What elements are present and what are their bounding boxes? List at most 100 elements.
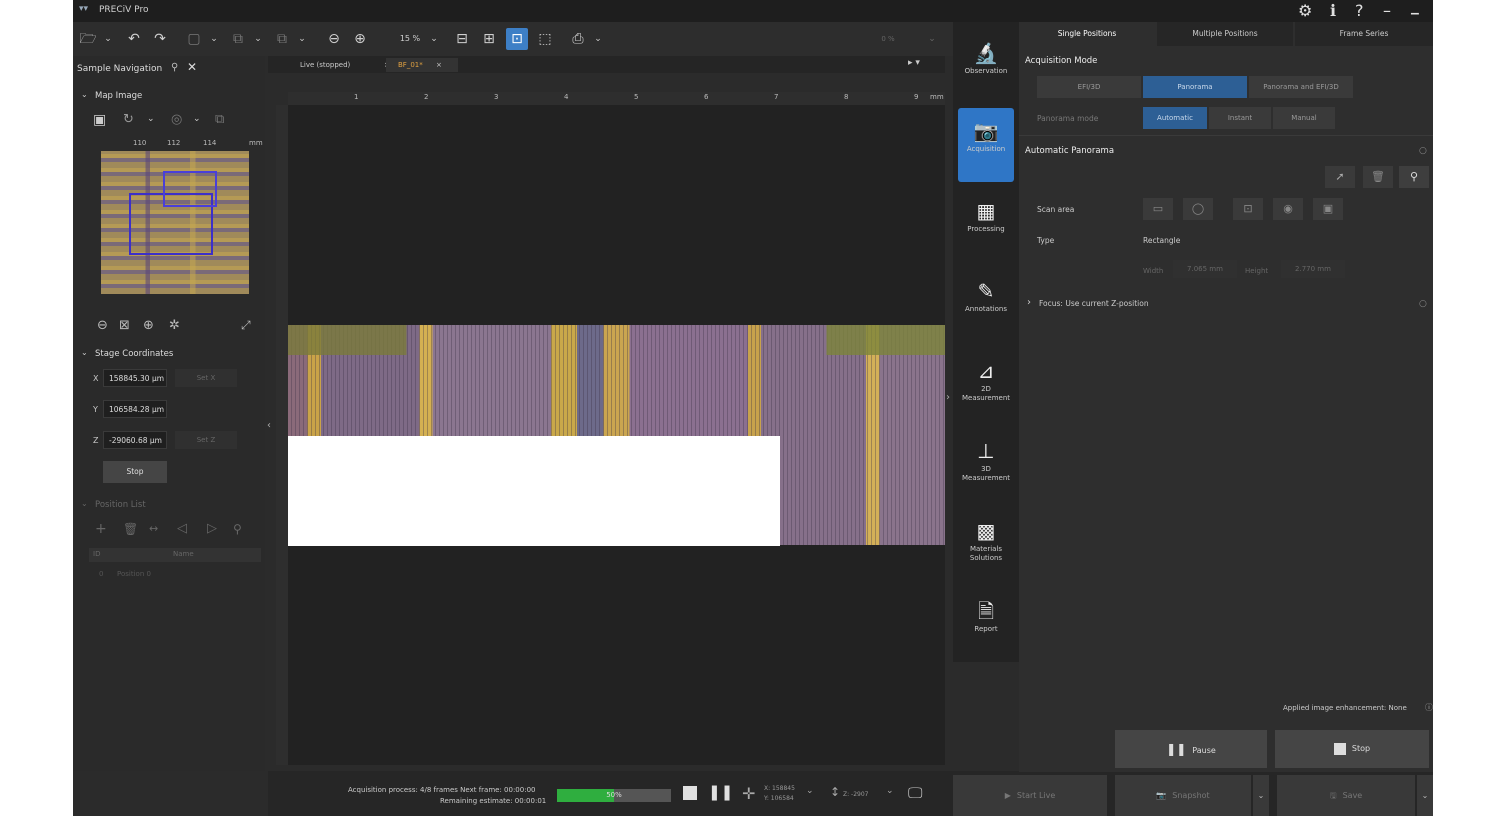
actual-size-icon[interactable]: ⬚ [534, 28, 556, 50]
chevron-down-icon[interactable]: ⌄ [81, 90, 88, 99]
add-icon[interactable]: + [95, 521, 107, 537]
zoom-out-icon[interactable]: ⊖ [323, 28, 345, 50]
chevron-down-icon[interactable]: ⌄ [587, 28, 609, 50]
chevron-down-icon[interactable]: ⌄ [921, 28, 943, 50]
zoom-out-icon[interactable]: ⊖ [97, 318, 108, 333]
go-to-icon[interactable]: ⚲ [233, 522, 242, 536]
chevron-down-icon[interactable]: ⌄ [247, 28, 269, 50]
map-image[interactable] [101, 151, 249, 294]
start-live-button[interactable]: ▶ Start Live [953, 775, 1107, 816]
pause-button[interactable]: ❚❚ Pause [1115, 730, 1267, 768]
stop-stage-button[interactable]: Stop [103, 461, 167, 483]
table-row[interactable]: 0 Position 0 [89, 568, 261, 582]
tab-multiple-positions[interactable]: Multiple Positions [1157, 22, 1293, 46]
save-button[interactable]: 🖫 Save [1277, 775, 1415, 816]
open-folder-icon[interactable]: 🗁 [77, 28, 99, 50]
nav-observation[interactable]: 🔬 Observation [958, 30, 1014, 104]
delete-icon[interactable]: 🗑 [123, 522, 138, 536]
tab-bf01[interactable]: BF_01* × [386, 58, 458, 72]
chevron-down-icon[interactable]: ⌄ [1253, 775, 1269, 816]
height-field[interactable]: 2.770 mm [1281, 260, 1345, 278]
redo-icon[interactable]: ↷ [149, 28, 171, 50]
chevron-right-icon[interactable]: › [1027, 297, 1031, 308]
fit-height-icon[interactable]: ⊞ [478, 28, 500, 50]
undo-icon[interactable]: ↶ [123, 28, 145, 50]
tab-frame-series[interactable]: Frame Series [1295, 22, 1433, 46]
collapse-right-icon[interactable]: › [946, 392, 950, 403]
stage-z-field[interactable]: -29060.68 µm [103, 431, 167, 449]
chevron-down-icon[interactable]: ⌄ [203, 28, 225, 50]
fit-window-icon[interactable]: ⊡ [506, 28, 528, 50]
position-list-section-title[interactable]: Position List [95, 500, 146, 510]
delete-icon[interactable]: 🗑 [1363, 166, 1393, 188]
tab-menu-icon[interactable]: ▸ ▾ [908, 58, 920, 68]
circle-frame-icon[interactable]: ◉ [1273, 198, 1303, 220]
chevron-down-icon[interactable]: ⌄ [81, 499, 88, 508]
stage-x-field[interactable]: 158845.30 µm [103, 369, 167, 387]
display-icon[interactable]: 🖵 [908, 784, 922, 802]
close-icon[interactable]: ✕ [187, 60, 197, 74]
map-image-section-title[interactable]: Map Image [95, 91, 142, 101]
chevron-down-icon[interactable]: ⌄ [291, 28, 313, 50]
select-icon[interactable]: ▢ [183, 28, 205, 50]
close-tab-icon[interactable]: × [436, 58, 442, 72]
tab-live[interactable]: Live (stopped) × [288, 58, 390, 72]
map-layout-icon[interactable]: ▣ [93, 112, 106, 128]
stage-y-field[interactable]: 106584.28 µm [103, 400, 167, 418]
chevron-down-icon[interactable]: ⌄ [81, 348, 88, 357]
zoom-level-value[interactable]: 15 % [395, 28, 425, 50]
copy-icon[interactable]: ⧉ [227, 28, 249, 50]
settings-icon[interactable]: ✲ [169, 318, 180, 333]
chevron-down-icon[interactable]: ⌄ [193, 114, 201, 124]
map-select-icon[interactable]: ▣ [1313, 198, 1343, 220]
nav-annotations[interactable]: ✎ Annotations [958, 268, 1014, 342]
stop-acquisition-icon[interactable] [683, 786, 697, 800]
info-icon[interactable]: ⓘ [1425, 702, 1433, 713]
chevron-down-icon[interactable]: ⌄ [1417, 775, 1433, 816]
expand-icon[interactable]: ⤢ [241, 318, 251, 333]
stage-coordinates-section-title[interactable]: Stage Coordinates [95, 349, 173, 359]
stop-button[interactable]: Stop [1275, 730, 1429, 768]
id-column-header[interactable]: ID [93, 550, 100, 558]
focus-section-title[interactable]: Focus: Use current Z-position [1039, 299, 1149, 308]
target-icon[interactable]: ◎ [171, 112, 182, 127]
nav-processing[interactable]: ▦ Processing [958, 188, 1014, 262]
previous-icon[interactable]: ◁ [177, 521, 187, 536]
export-icon[interactable]: ⎙ [567, 28, 589, 50]
mode-panorama-button[interactable]: Panorama [1143, 76, 1247, 98]
set-z-button[interactable]: Set Z [175, 431, 237, 449]
nav-2d-measurement[interactable]: ⊿ 2D Measurement [958, 348, 1014, 422]
nav-materials-solutions[interactable]: ▩ Materials Solutions [958, 508, 1014, 582]
chevron-down-icon[interactable]: ⌄ [423, 28, 445, 50]
collapse-left-icon[interactable]: ‹ [267, 420, 271, 431]
help-icon[interactable]: ? [1355, 1, 1364, 20]
tab-single-positions[interactable]: Single Positions [1019, 22, 1155, 46]
fit-icon[interactable]: ⊠ [119, 318, 130, 333]
zoom-in-icon[interactable]: ⊕ [349, 28, 371, 50]
frame-icon[interactable]: ⊡ [1233, 198, 1263, 220]
opacity-value[interactable]: 0 % [873, 28, 903, 50]
name-column-header[interactable]: Name [173, 550, 194, 558]
chevron-down-icon[interactable]: ⌄ [97, 28, 119, 50]
cursor-icon[interactable]: ➚ [1325, 166, 1355, 188]
next-icon[interactable]: ▷ [207, 521, 217, 536]
refresh-icon[interactable]: ↻ [123, 112, 134, 127]
panorama-instant-button[interactable]: Instant [1209, 107, 1271, 129]
layers-icon[interactable]: ⧉ [215, 112, 224, 127]
pause-icon[interactable]: ❚❚ [708, 783, 733, 801]
minimize-icon[interactable]: – [1383, 1, 1391, 20]
reset-icon[interactable]: ○ [1419, 146, 1427, 156]
nav-report[interactable]: 🗎 Report [958, 588, 1014, 662]
rectangle-icon[interactable]: ▭ [1143, 198, 1173, 220]
nav-3d-measurement[interactable]: ⊥ 3D Measurement [958, 428, 1014, 502]
chevron-down-icon[interactable]: ⌄ [886, 786, 894, 796]
pin-icon[interactable]: ⚲ [171, 62, 178, 73]
move-icon[interactable]: ↔ [149, 522, 158, 535]
chevron-down-icon[interactable]: ⌄ [806, 786, 814, 796]
mode-panorama-efi3d-button[interactable]: Panorama and EFI/3D [1249, 76, 1353, 98]
nav-acquisition[interactable]: 📷 Acquisition [958, 108, 1014, 182]
mode-efi3d-button[interactable]: EFI/3D [1037, 76, 1141, 98]
settings-gear-icon[interactable]: ⚙ [1298, 1, 1312, 20]
width-field[interactable]: 7.065 mm [1173, 260, 1237, 278]
reset-icon[interactable]: ○ [1419, 299, 1427, 309]
